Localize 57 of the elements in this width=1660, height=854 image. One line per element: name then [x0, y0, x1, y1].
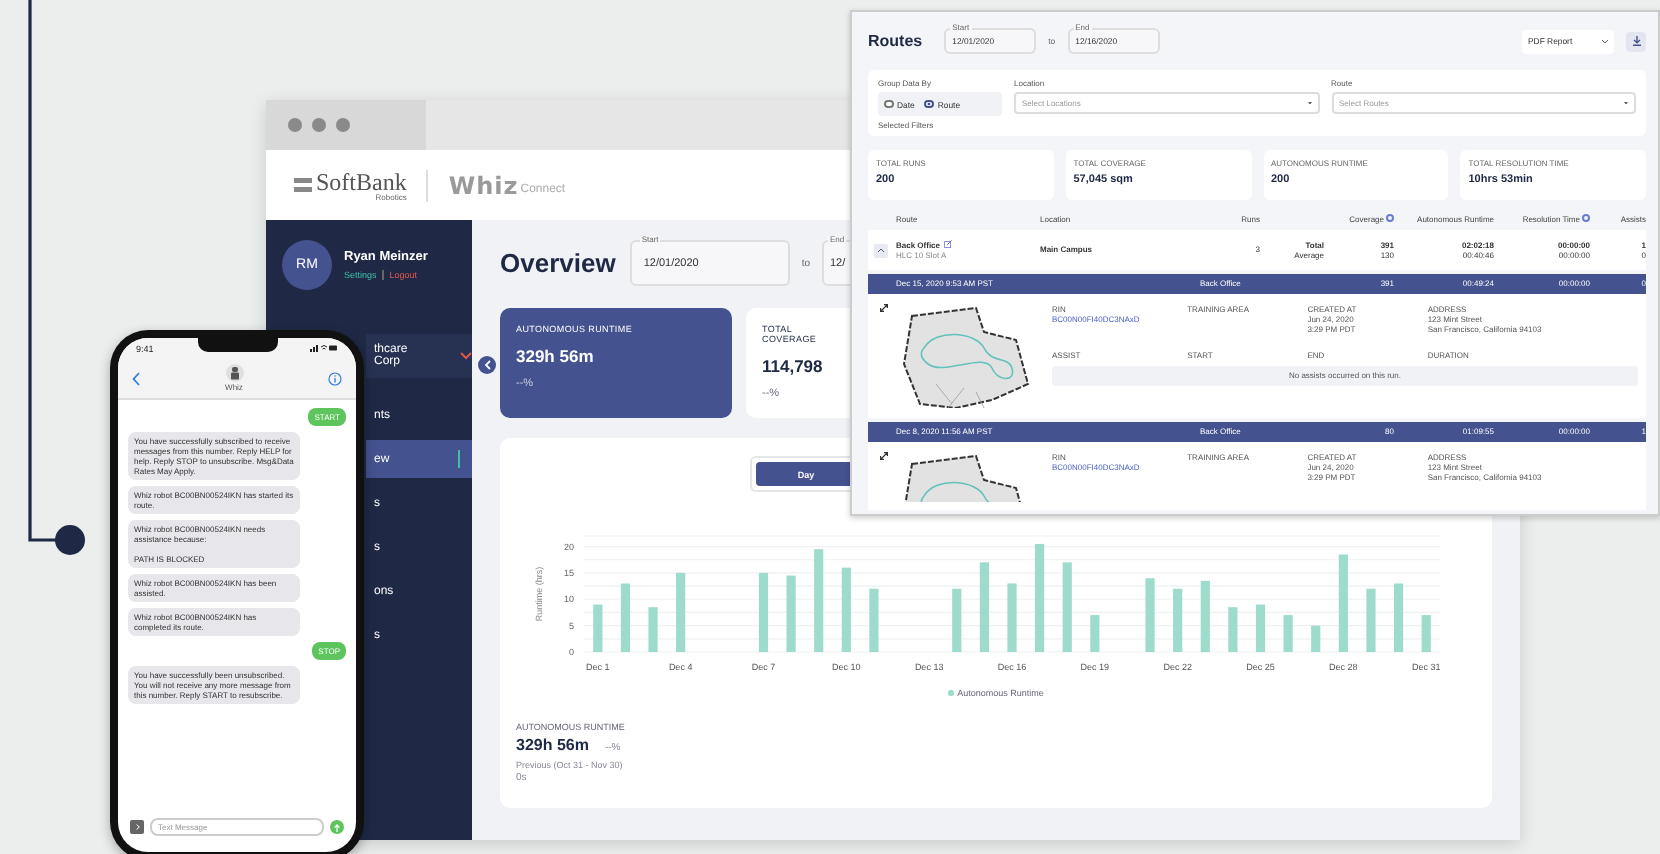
brand-logo-text: SoftBank	[316, 169, 407, 193]
window-dot	[336, 118, 350, 132]
runtime-bar	[1200, 580, 1210, 652]
runtime-bar	[758, 572, 769, 652]
runtime-bar	[1421, 615, 1431, 652]
runtime-bar	[1173, 588, 1183, 652]
runtime-bar	[1283, 615, 1293, 652]
expand-icon[interactable]	[880, 452, 888, 460]
window-dot	[288, 118, 302, 132]
brand-stripes-icon	[294, 178, 312, 192]
back-chevron-icon[interactable]	[132, 371, 140, 385]
page-title: Routes	[868, 32, 923, 50]
runtime-bar	[676, 572, 686, 652]
runtime-bar	[1035, 543, 1045, 652]
status-icons	[310, 344, 338, 352]
runtime-bar	[1007, 583, 1017, 652]
robot-avatar-icon	[225, 364, 243, 382]
apps-button[interactable]	[130, 820, 144, 834]
summary-value: 329h 56m	[516, 736, 589, 754]
runtime-bar	[1338, 554, 1348, 652]
card-value: 114,798	[762, 356, 825, 376]
card-value: 329h 56m	[516, 346, 596, 366]
runtime-bar	[648, 607, 658, 652]
product-logo-text: Whiz	[448, 171, 519, 199]
runtime-bar	[1311, 625, 1321, 652]
info-icon[interactable]	[328, 371, 342, 385]
runtime-bar	[1255, 604, 1266, 652]
expand-icon[interactable]	[880, 304, 888, 312]
runtime-bar	[1090, 615, 1100, 652]
runtime-bar	[979, 562, 989, 652]
phone-notch	[198, 338, 278, 352]
chevron-left-icon	[483, 360, 491, 370]
chevron-down-icon	[460, 352, 472, 360]
runtime-bar	[1366, 588, 1376, 652]
collapse-button[interactable]	[478, 356, 496, 374]
runtime-bar	[1145, 578, 1155, 652]
runtime-bar	[593, 604, 603, 652]
runtime-bar	[869, 588, 879, 652]
dropdown-arrow-icon	[1624, 101, 1628, 105]
runtime-bar	[620, 583, 630, 652]
runtime-bar	[841, 567, 851, 652]
floor-map-drawing	[898, 304, 1034, 408]
runtime-bar	[814, 549, 824, 652]
download-icon	[1631, 36, 1641, 46]
runtime-bar	[1228, 607, 1238, 652]
runtime-bar	[1062, 562, 1072, 652]
collapse-row-button[interactable]	[874, 243, 888, 257]
runtime-bar	[786, 575, 796, 652]
download-button[interactable]	[1626, 31, 1646, 51]
runtime-bar	[1394, 583, 1404, 652]
page-title: Overview	[500, 248, 616, 278]
runtime-bar	[952, 588, 962, 652]
edit-icon	[944, 240, 953, 249]
window-dot	[312, 118, 326, 132]
radio-button[interactable]	[884, 99, 893, 109]
radio-button[interactable]	[924, 99, 934, 109]
arrow-up-icon	[334, 823, 340, 831]
